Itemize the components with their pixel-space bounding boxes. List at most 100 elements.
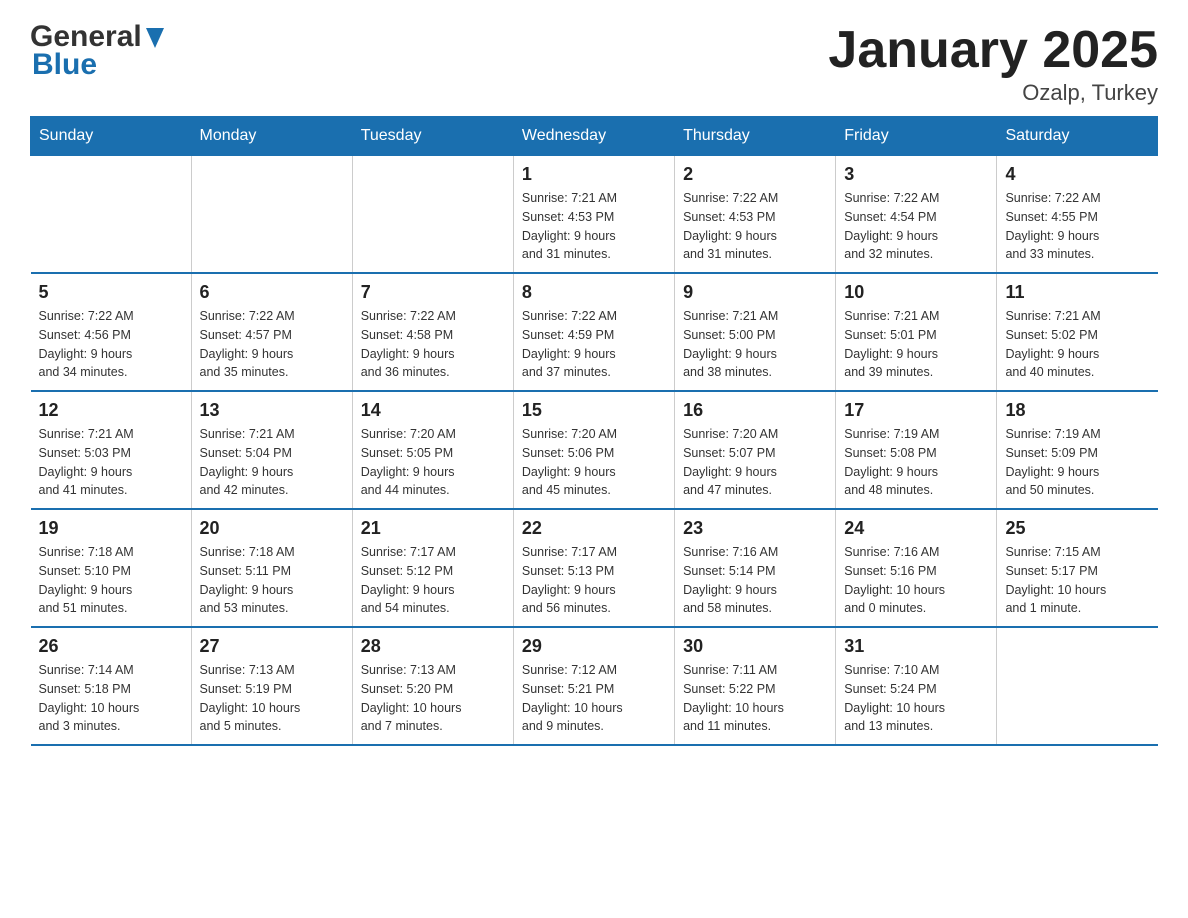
day-number: 2 bbox=[683, 164, 827, 185]
logo-blue-text: Blue bbox=[32, 48, 97, 82]
day-info: Sunrise: 7:16 AM Sunset: 5:16 PM Dayligh… bbox=[844, 543, 988, 618]
header-saturday: Saturday bbox=[997, 117, 1158, 156]
day-number: 15 bbox=[522, 400, 666, 421]
day-info: Sunrise: 7:13 AM Sunset: 5:19 PM Dayligh… bbox=[200, 661, 344, 736]
day-info: Sunrise: 7:11 AM Sunset: 5:22 PM Dayligh… bbox=[683, 661, 827, 736]
logo: General Blue bbox=[30, 20, 164, 82]
day-number: 18 bbox=[1005, 400, 1149, 421]
calendar-cell: 5 Sunrise: 7:22 AM Sunset: 4:56 PM Daylig… bbox=[31, 273, 192, 391]
day-number: 31 bbox=[844, 636, 988, 657]
day-number: 26 bbox=[39, 636, 183, 657]
calendar-cell: 18 Sunrise: 7:19 AM Sunset: 5:09 PM Dayli… bbox=[997, 391, 1158, 509]
header-wednesday: Wednesday bbox=[513, 117, 674, 156]
calendar-cell bbox=[352, 156, 513, 274]
day-number: 13 bbox=[200, 400, 344, 421]
day-number: 11 bbox=[1005, 282, 1149, 303]
calendar-cell: 23Sunrise: 7:16 AM Sunset: 5:14 PM Dayli… bbox=[675, 509, 836, 627]
day-info: Sunrise: 7:19 AM Sunset: 5:08 PM Dayligh… bbox=[844, 425, 988, 500]
day-info: Sunrise: 7:15 AM Sunset: 5:17 PM Dayligh… bbox=[1005, 543, 1149, 618]
calendar-week-row: 26 Sunrise: 7:14 AM Sunset: 5:18 PM Dayli… bbox=[31, 627, 1158, 745]
calendar-cell: 7 Sunrise: 7:22 AM Sunset: 4:58 PM Daylig… bbox=[352, 273, 513, 391]
calendar-cell: 11Sunrise: 7:21 AM Sunset: 5:02 PM Dayli… bbox=[997, 273, 1158, 391]
day-number: 4 bbox=[1005, 164, 1149, 185]
day-info: Sunrise: 7:22 AM Sunset: 4:56 PM Dayligh… bbox=[39, 307, 183, 382]
day-info: Sunrise: 7:10 AM Sunset: 5:24 PM Dayligh… bbox=[844, 661, 988, 736]
calendar-cell: 31 Sunrise: 7:10 AM Sunset: 5:24 PM Dayli… bbox=[836, 627, 997, 745]
header-thursday: Thursday bbox=[675, 117, 836, 156]
day-number: 3 bbox=[844, 164, 988, 185]
day-info: Sunrise: 7:18 AM Sunset: 5:11 PM Dayligh… bbox=[200, 543, 344, 618]
day-info: Sunrise: 7:20 AM Sunset: 5:07 PM Dayligh… bbox=[683, 425, 827, 500]
day-number: 1 bbox=[522, 164, 666, 185]
day-number: 12 bbox=[39, 400, 183, 421]
calendar-cell: 8 Sunrise: 7:22 AM Sunset: 4:59 PM Daylig… bbox=[513, 273, 674, 391]
calendar-cell: 15 Sunrise: 7:20 AM Sunset: 5:06 PM Dayli… bbox=[513, 391, 674, 509]
calendar-table: Sunday Monday Tuesday Wednesday Thursday… bbox=[30, 116, 1158, 746]
calendar-header: Sunday Monday Tuesday Wednesday Thursday… bbox=[31, 117, 1158, 156]
day-info: Sunrise: 7:19 AM Sunset: 5:09 PM Dayligh… bbox=[1005, 425, 1149, 500]
header-friday: Friday bbox=[836, 117, 997, 156]
calendar-cell: 22 Sunrise: 7:17 AM Sunset: 5:13 PM Dayli… bbox=[513, 509, 674, 627]
day-number: 9 bbox=[683, 282, 827, 303]
day-number: 28 bbox=[361, 636, 505, 657]
calendar-cell: 25 Sunrise: 7:15 AM Sunset: 5:17 PM Dayli… bbox=[997, 509, 1158, 627]
day-info: Sunrise: 7:22 AM Sunset: 4:57 PM Dayligh… bbox=[200, 307, 344, 382]
calendar-cell: 6 Sunrise: 7:22 AM Sunset: 4:57 PM Daylig… bbox=[191, 273, 352, 391]
title-block: January 2025 Ozalp, Turkey bbox=[828, 20, 1158, 106]
calendar-cell bbox=[997, 627, 1158, 745]
page-header: General Blue January 2025 Ozalp, Turkey bbox=[30, 20, 1158, 106]
calendar-cell: 3 Sunrise: 7:22 AM Sunset: 4:54 PM Daylig… bbox=[836, 156, 997, 274]
calendar-cell: 10 Sunrise: 7:21 AM Sunset: 5:01 PM Dayli… bbox=[836, 273, 997, 391]
day-info: Sunrise: 7:22 AM Sunset: 4:54 PM Dayligh… bbox=[844, 189, 988, 264]
day-number: 20 bbox=[200, 518, 344, 539]
day-number: 25 bbox=[1005, 518, 1149, 539]
calendar-week-row: 5 Sunrise: 7:22 AM Sunset: 4:56 PM Daylig… bbox=[31, 273, 1158, 391]
logo-arrow-icon bbox=[146, 28, 164, 53]
calendar-cell: 14Sunrise: 7:20 AM Sunset: 5:05 PM Dayli… bbox=[352, 391, 513, 509]
calendar-cell: 30 Sunrise: 7:11 AM Sunset: 5:22 PM Dayli… bbox=[675, 627, 836, 745]
calendar-week-row: 19 Sunrise: 7:18 AM Sunset: 5:10 PM Dayli… bbox=[31, 509, 1158, 627]
header-monday: Monday bbox=[191, 117, 352, 156]
day-number: 6 bbox=[200, 282, 344, 303]
day-number: 29 bbox=[522, 636, 666, 657]
day-info: Sunrise: 7:12 AM Sunset: 5:21 PM Dayligh… bbox=[522, 661, 666, 736]
calendar-cell: 29 Sunrise: 7:12 AM Sunset: 5:21 PM Dayli… bbox=[513, 627, 674, 745]
day-number: 19 bbox=[39, 518, 183, 539]
day-number: 7 bbox=[361, 282, 505, 303]
day-number: 8 bbox=[522, 282, 666, 303]
calendar-cell: 27 Sunrise: 7:13 AM Sunset: 5:19 PM Dayli… bbox=[191, 627, 352, 745]
day-info: Sunrise: 7:20 AM Sunset: 5:06 PM Dayligh… bbox=[522, 425, 666, 500]
calendar-cell: 4 Sunrise: 7:22 AM Sunset: 4:55 PM Daylig… bbox=[997, 156, 1158, 274]
day-number: 22 bbox=[522, 518, 666, 539]
day-info: Sunrise: 7:18 AM Sunset: 5:10 PM Dayligh… bbox=[39, 543, 183, 618]
day-info: Sunrise: 7:14 AM Sunset: 5:18 PM Dayligh… bbox=[39, 661, 183, 736]
calendar-cell: 17Sunrise: 7:19 AM Sunset: 5:08 PM Dayli… bbox=[836, 391, 997, 509]
header-tuesday: Tuesday bbox=[352, 117, 513, 156]
day-number: 27 bbox=[200, 636, 344, 657]
day-info: Sunrise: 7:21 AM Sunset: 5:01 PM Dayligh… bbox=[844, 307, 988, 382]
calendar-cell: 26 Sunrise: 7:14 AM Sunset: 5:18 PM Dayli… bbox=[31, 627, 192, 745]
calendar-cell bbox=[31, 156, 192, 274]
header-sunday: Sunday bbox=[31, 117, 192, 156]
day-info: Sunrise: 7:22 AM Sunset: 4:58 PM Dayligh… bbox=[361, 307, 505, 382]
day-info: Sunrise: 7:17 AM Sunset: 5:12 PM Dayligh… bbox=[361, 543, 505, 618]
day-info: Sunrise: 7:13 AM Sunset: 5:20 PM Dayligh… bbox=[361, 661, 505, 736]
day-info: Sunrise: 7:21 AM Sunset: 5:00 PM Dayligh… bbox=[683, 307, 827, 382]
day-number: 5 bbox=[39, 282, 183, 303]
calendar-cell: 28 Sunrise: 7:13 AM Sunset: 5:20 PM Dayli… bbox=[352, 627, 513, 745]
day-info: Sunrise: 7:17 AM Sunset: 5:13 PM Dayligh… bbox=[522, 543, 666, 618]
day-number: 10 bbox=[844, 282, 988, 303]
day-info: Sunrise: 7:16 AM Sunset: 5:14 PM Dayligh… bbox=[683, 543, 827, 618]
day-number: 30 bbox=[683, 636, 827, 657]
day-info: Sunrise: 7:22 AM Sunset: 4:53 PM Dayligh… bbox=[683, 189, 827, 264]
day-info: Sunrise: 7:22 AM Sunset: 4:59 PM Dayligh… bbox=[522, 307, 666, 382]
calendar-cell: 21Sunrise: 7:17 AM Sunset: 5:12 PM Dayli… bbox=[352, 509, 513, 627]
calendar-week-row: 12Sunrise: 7:21 AM Sunset: 5:03 PM Dayli… bbox=[31, 391, 1158, 509]
day-info: Sunrise: 7:22 AM Sunset: 4:55 PM Dayligh… bbox=[1005, 189, 1149, 264]
calendar-cell: 13Sunrise: 7:21 AM Sunset: 5:04 PM Dayli… bbox=[191, 391, 352, 509]
day-number: 24 bbox=[844, 518, 988, 539]
calendar-cell: 1Sunrise: 7:21 AM Sunset: 4:53 PM Daylig… bbox=[513, 156, 674, 274]
calendar-cell: 20 Sunrise: 7:18 AM Sunset: 5:11 PM Dayli… bbox=[191, 509, 352, 627]
calendar-cell: 16Sunrise: 7:20 AM Sunset: 5:07 PM Dayli… bbox=[675, 391, 836, 509]
calendar-cell: 24 Sunrise: 7:16 AM Sunset: 5:16 PM Dayli… bbox=[836, 509, 997, 627]
